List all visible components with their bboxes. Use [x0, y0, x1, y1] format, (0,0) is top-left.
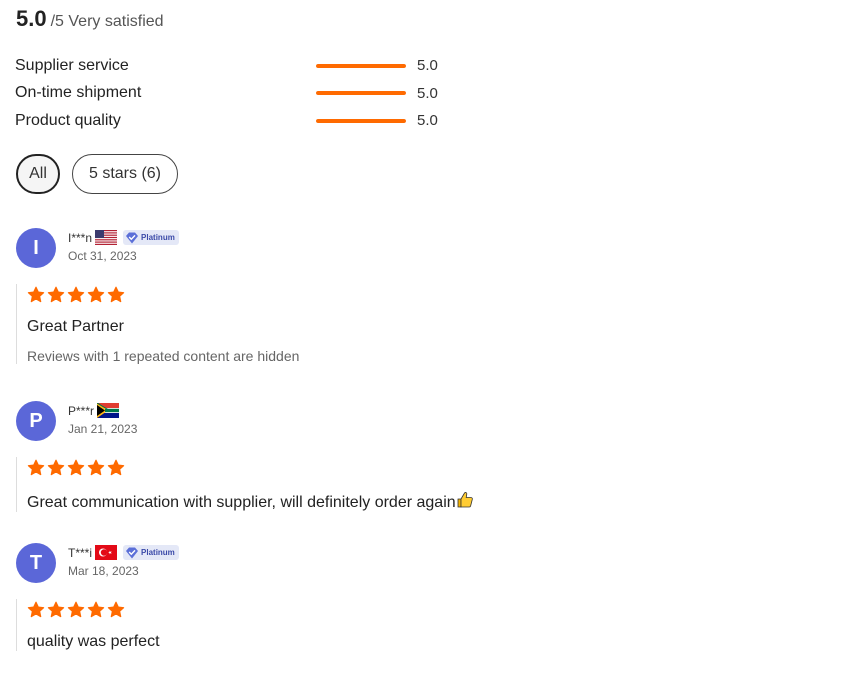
star-icon [107, 601, 125, 618]
review-item: P P***r Jan 21, 2023 Great communication… [16, 401, 836, 512]
metric-row-on-time-shipment: On-time shipment 5.0 [15, 80, 455, 108]
metric-label: Supplier service [15, 56, 129, 74]
reviewer-name-line: I***n Platinum [68, 230, 179, 245]
star-icon [47, 601, 65, 618]
review-date: Oct 31, 2023 [68, 249, 137, 263]
review-text: quality was perfect [27, 633, 160, 650]
star-icon [47, 459, 65, 476]
tr-flag-icon [95, 545, 118, 560]
star-icon [27, 286, 45, 303]
review-item: I I***n Platinum Oct 31, 2023 Great Part… [16, 228, 836, 364]
reviewer-name: I***n [68, 230, 93, 245]
review-text-line: Great communication with supplier, will … [27, 491, 836, 512]
review-body: quality was perfect [16, 599, 836, 651]
review-item: T T***i Platinum Mar 18, 2023 quality wa… [16, 543, 836, 651]
star-rating [27, 284, 836, 306]
metric-bar [316, 91, 406, 96]
reviewer-info: T T***i Platinum Mar 18, 2023 [16, 543, 836, 599]
star-icon [87, 601, 105, 618]
review-date: Jan 21, 2023 [68, 422, 138, 436]
reviewer-name: P***r [68, 403, 95, 418]
metric-bar-fill [316, 63, 406, 68]
review-body: Great communication with supplier, will … [16, 457, 836, 512]
reviewer-info: I I***n Platinum Oct 31, 2023 [16, 228, 836, 284]
review-date: Mar 18, 2023 [68, 564, 139, 578]
rating-metrics: Supplier service 5.0 On-time shipment 5.… [15, 52, 455, 135]
star-rating [27, 599, 836, 621]
star-icon [87, 286, 105, 303]
metric-value: 5.0 [417, 57, 438, 75]
star-icon [67, 459, 85, 476]
diamond-check-icon [126, 232, 139, 243]
badge-label: Platinum [141, 548, 175, 557]
metric-bar [316, 118, 406, 123]
review-text: Great Partner [27, 318, 124, 335]
review-text: Great communication with supplier, will … [27, 494, 456, 511]
metric-row-supplier-service: Supplier service 5.0 [15, 52, 455, 80]
platinum-badge: Platinum [123, 230, 179, 245]
star-icon [107, 286, 125, 303]
badge-label: Platinum [141, 233, 175, 242]
metric-label: On-time shipment [15, 84, 142, 102]
thumbs-up-icon [457, 492, 473, 508]
us-flag-icon [95, 230, 118, 245]
reviewer-info: P P***r Jan 21, 2023 [16, 401, 836, 457]
star-icon [47, 286, 65, 303]
overall-score: 5.0 [16, 6, 47, 31]
metric-value: 5.0 [417, 112, 438, 130]
star-icon [107, 459, 125, 476]
avatar: I [16, 228, 56, 268]
review-body: Great Partner Reviews with 1 repeated co… [16, 284, 836, 364]
metric-row-product-quality: Product quality 5.0 [15, 107, 455, 135]
star-icon [27, 601, 45, 618]
reviewer-name: T***i [68, 545, 93, 560]
metric-label: Product quality [15, 111, 121, 129]
filter-all-button[interactable]: All [16, 154, 60, 194]
star-icon [67, 286, 85, 303]
hidden-content-note: Reviews with 1 repeated content are hidd… [27, 348, 300, 364]
rating-summary: 5.0 /5 Very satisfied [16, 6, 164, 32]
metric-bar [316, 63, 406, 68]
za-flag-icon [97, 403, 120, 418]
star-icon [27, 459, 45, 476]
avatar: P [16, 401, 56, 441]
avatar: T [16, 543, 56, 583]
star-icon [87, 459, 105, 476]
star-icon [67, 601, 85, 618]
star-rating [27, 457, 836, 479]
filter-5-stars-button[interactable]: 5 stars (6) [72, 154, 178, 194]
metric-value: 5.0 [417, 84, 438, 102]
overall-score-suffix: /5 Very satisfied [50, 13, 164, 30]
reviewer-name-line: T***i Platinum [68, 545, 179, 560]
platinum-badge: Platinum [123, 545, 179, 560]
review-filters: All 5 stars (6) [16, 154, 178, 194]
metric-bar-fill [316, 91, 406, 96]
reviewer-name-line: P***r [68, 403, 120, 418]
diamond-check-icon [126, 547, 139, 558]
metric-bar-fill [316, 118, 406, 123]
